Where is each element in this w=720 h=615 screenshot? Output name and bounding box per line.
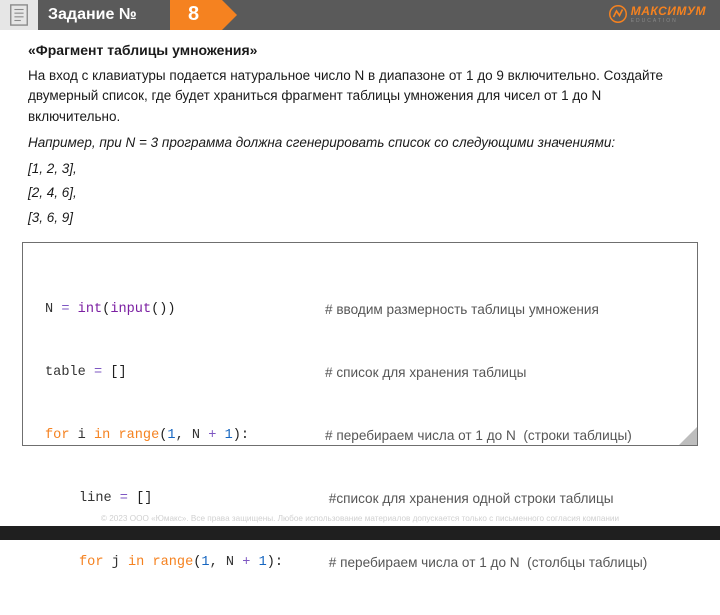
task-description: На вход с клавиатуры подается натурально… <box>28 66 692 127</box>
code-line: for j in range(1, N + 1): # перебираем ч… <box>45 552 675 573</box>
content-area: «Фрагмент таблицы умножения» На вход с к… <box>0 30 720 236</box>
brand-logo: МАКСИМУМ EDUCATION <box>609 4 706 24</box>
header-title: Задание № <box>48 6 137 24</box>
header-bar: Задание № 8 МАКСИМУМ EDUCATION <box>0 0 720 30</box>
example-row: [2, 4, 6], <box>28 183 692 203</box>
example-row: [1, 2, 3], <box>28 159 692 179</box>
code-line: table = [] # список для хранения таблицы <box>45 362 675 383</box>
task-example-intro: Например, при N = 3 программа должна сге… <box>28 133 692 153</box>
code-line: line = [] #список для хранения одной стр… <box>45 488 675 509</box>
code-block: N = int(input()) # вводим размерность та… <box>22 242 698 446</box>
task-number-tab: 8 <box>170 0 222 30</box>
code-comment: # перебираем числа от 1 до N (строки таб… <box>325 425 632 446</box>
logo-subtext: EDUCATION <box>631 18 706 24</box>
code-comment: #список для хранения одной строки таблиц… <box>325 488 614 509</box>
document-icon <box>0 0 38 30</box>
code-comment: # список для хранения таблицы <box>325 362 526 383</box>
example-list: [1, 2, 3], [2, 4, 6], [3, 6, 9] <box>28 159 692 228</box>
page-curl-icon <box>679 427 697 445</box>
footer-copyright: © 2023 ООО «Юмакс». Все права защищены. … <box>0 512 720 526</box>
task-title: «Фрагмент таблицы умножения» <box>28 40 692 61</box>
task-number: 8 <box>188 3 199 26</box>
page-icon <box>9 4 29 26</box>
code-comment: # перебираем числа от 1 до N (столбцы та… <box>325 552 647 573</box>
code-line: N = int(input()) # вводим размерность та… <box>45 299 675 320</box>
code-comment: # вводим размерность таблицы умножения <box>325 299 599 320</box>
code-line: for i in range(1, N + 1): # перебираем ч… <box>45 425 675 446</box>
logo-text: МАКСИМУМ <box>631 4 706 18</box>
example-row: [3, 6, 9] <box>28 208 692 228</box>
logo-icon <box>609 5 627 23</box>
